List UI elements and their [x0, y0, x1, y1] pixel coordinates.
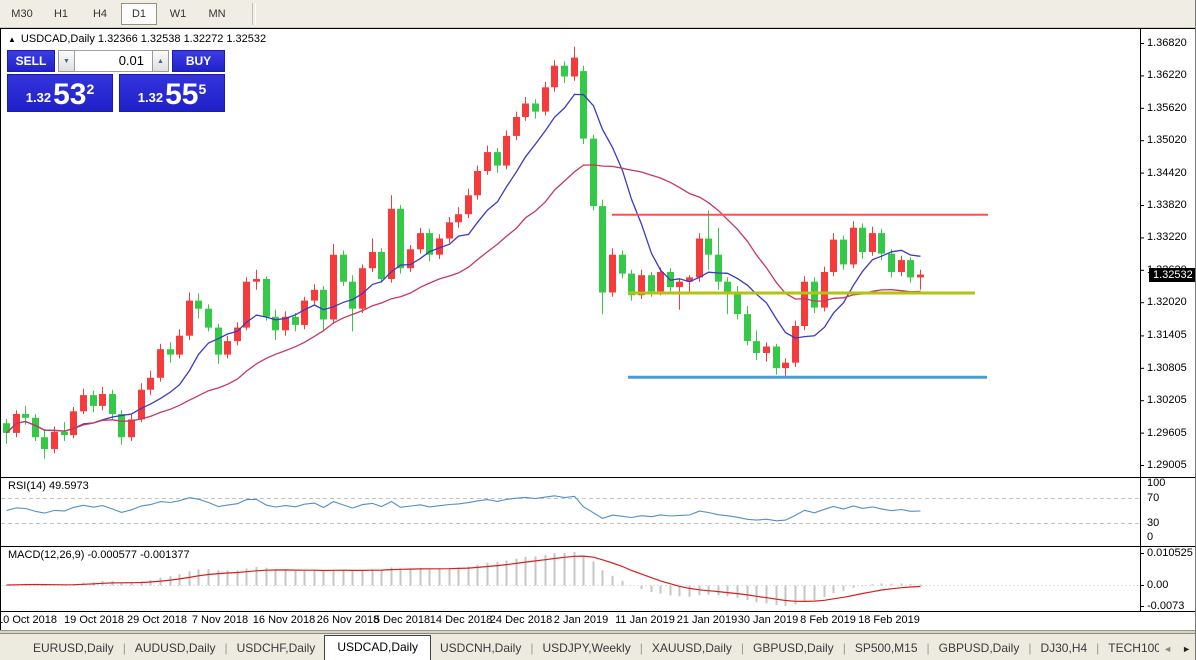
timeframe-button-d1[interactable]: D1 — [121, 2, 157, 25]
tab-gbpusd-daily[interactable]: GBPUSD,Daily — [744, 637, 843, 660]
tab-prev-icon[interactable]: ◄ — [1163, 644, 1172, 654]
tab-navigation: ◄ ► — [1159, 644, 1191, 654]
price-axis-label: 1.31405 — [1147, 329, 1187, 342]
price-axis-label: 1.30805 — [1147, 361, 1187, 374]
volume-increase-button[interactable]: ▲ — [152, 50, 169, 72]
date-axis-label: 29 Oct 2018 — [127, 614, 187, 626]
tab-xauusd-daily[interactable]: XAUUSD,Daily — [643, 637, 741, 660]
date-axis-label: 2 Jan 2019 — [553, 614, 609, 626]
price-axis-label: 1.34420 — [1147, 166, 1187, 179]
spin-up-icon: ▲ — [157, 57, 164, 65]
date-axis-label: 7 Nov 2018 — [191, 614, 249, 626]
price-axis-label: 1.29605 — [1147, 426, 1187, 439]
date-axis-label: 26 Nov 2018 — [316, 614, 380, 626]
chart-title: ▲ USDCAD,Daily 1.32366 1.32538 1.32272 1… — [8, 33, 266, 45]
date-axis-label: 5 Dec 2018 — [373, 614, 431, 626]
date-axis-label: 19 Oct 2018 — [64, 614, 124, 626]
sell-button[interactable]: SELL — [7, 50, 55, 72]
volume-decrease-button[interactable]: ▼ — [58, 50, 75, 72]
rsi-scale-label: 30 — [1147, 517, 1160, 529]
buy-price-prefix: 1.32 — [137, 90, 164, 105]
buy-price-main: 55 — [165, 78, 199, 111]
price-axis-label: 1.33220 — [1147, 231, 1187, 244]
price-axis-label: 1.29005 — [1147, 459, 1187, 471]
rsi-label: RSI(14) 49.5973 — [8, 480, 89, 492]
macd-label: MACD(12,26,9) -0.000577 -0.001377 — [8, 549, 190, 561]
collapse-panel-icon[interactable]: ▲ — [8, 34, 16, 45]
volume-input[interactable]: 0.01 — [74, 50, 153, 72]
price-axis-label: 1.35020 — [1147, 134, 1187, 147]
spin-down-icon: ▼ — [63, 57, 70, 65]
buy-button[interactable]: BUY — [172, 50, 225, 72]
symbol-tabbar: EURUSD,Daily | AUDUSD,Daily | USDCHF,Daily US… — [0, 633, 1195, 660]
date-axis-label: 10 Oct 2018 — [0, 614, 57, 626]
timeframe-button-mn[interactable]: MN — [199, 3, 235, 25]
date-axis-label: 14 Dec 2018 — [429, 614, 493, 626]
sell-price-prefix: 1.32 — [25, 90, 52, 105]
tab-audusd-daily[interactable]: AUDUSD,Daily — [126, 637, 225, 660]
rsi-scale-label: 100 — [1147, 477, 1166, 489]
sell-price-display[interactable]: 1.32 53 2 — [7, 74, 113, 112]
tab-eurusd-daily[interactable]: EURUSD,Daily — [24, 637, 123, 660]
terminal-window: M30 H1 H4 D1 W1 MN ▲ USDCAD,Daily 1.32366 1.3… — [0, 0, 1196, 660]
tab-usdjpy-weekly[interactable]: USDJPY,Weekly — [533, 637, 639, 660]
price-axis-label: 1.36820 — [1147, 37, 1187, 49]
tab-gbpusd-daily[interactable]: GBPUSD,Daily — [930, 637, 1029, 660]
macd-scale-label: -0.0073 — [1147, 600, 1185, 612]
buy-price-display[interactable]: 1.32 55 5 — [119, 74, 225, 112]
price-axis-label: 1.30205 — [1147, 394, 1187, 407]
tab-next-icon[interactable]: ► — [1182, 644, 1191, 654]
chart-title-text: USDCAD,Daily 1.32366 1.32538 1.32272 1.3… — [20, 33, 267, 45]
tab-sp500-m15[interactable]: SP500,M15 — [846, 637, 927, 660]
toolbar-separator — [252, 2, 256, 25]
price-axis-label: 1.33820 — [1147, 199, 1187, 211]
timeframe-toolbar: M30 H1 H4 D1 W1 MN — [0, 0, 1195, 28]
date-axis-label: 24 Dec 2018 — [489, 614, 553, 626]
current-price-badge: 1.32532 — [1149, 267, 1195, 282]
price-axis-label: 1.36220 — [1147, 69, 1187, 82]
tab-usdchf-daily[interactable]: USDCHF,Daily — [228, 637, 325, 660]
macd-scale-label: 0.010525 — [1147, 547, 1193, 559]
date-axis-label: 30 Jan 2019 — [737, 614, 799, 626]
date-axis-label: 11 Jan 2019 — [615, 614, 675, 626]
timeframe-button-w1[interactable]: W1 — [160, 3, 196, 25]
date-axis-label: 18 Feb 2019 — [858, 614, 920, 626]
date-axis-label: 21 Jan 2019 — [676, 614, 738, 626]
date-axis-label: 8 Feb 2019 — [800, 614, 856, 626]
chart-plot-area[interactable] — [1, 29, 1140, 611]
sell-price-pip: 2 — [86, 81, 95, 97]
timeframe-button-h4[interactable]: H4 — [82, 3, 118, 25]
tab-usdcnh-daily[interactable]: USDCNH,Daily — [431, 637, 530, 660]
price-axis-label: 1.35620 — [1147, 101, 1187, 114]
price-axis-label: 1.32020 — [1147, 296, 1187, 309]
tab-dj30-h4[interactable]: DJ30,H4 — [1031, 637, 1096, 660]
date-axis-label: 16 Nov 2018 — [252, 614, 316, 626]
macd-scale-label: 0.00 — [1147, 579, 1169, 591]
buy-price-pip: 5 — [198, 81, 207, 97]
sell-price-main: 53 — [53, 78, 87, 111]
one-click-trade-panel: SELL ▼ 0.01 ▲ BUY 1.32 53 2 1.32 55 5 — [7, 50, 225, 112]
timeframe-button-m30[interactable]: M30 — [4, 3, 40, 25]
rsi-scale-label: 0 — [1147, 531, 1154, 543]
timeframe-button-h1[interactable]: H1 — [43, 3, 79, 25]
rsi-scale-label: 70 — [1147, 492, 1160, 504]
tab-usdcad-daily[interactable]: USDCAD,Daily — [324, 635, 431, 660]
